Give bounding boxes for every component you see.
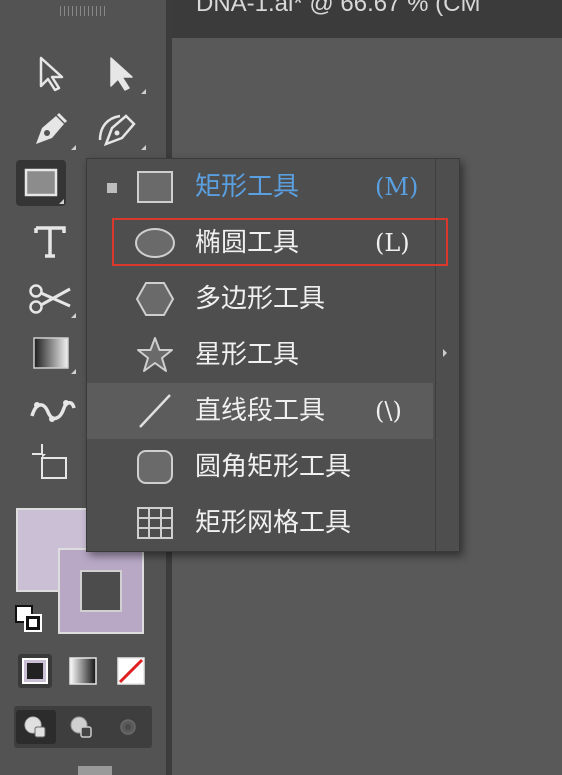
menu-item-shortcut: (\) bbox=[375, 397, 402, 425]
annotation-highlight-box bbox=[112, 218, 448, 266]
type-icon bbox=[34, 226, 66, 258]
rectangle-tool[interactable] bbox=[16, 160, 66, 206]
type-tool[interactable] bbox=[28, 218, 78, 264]
menu-item-line-segment-tool[interactable]: 直线段工具 (\) bbox=[87, 383, 433, 439]
menu-item-rectangular-grid-tool[interactable]: 矩形网格工具 bbox=[87, 495, 433, 551]
menu-item-label: 直线段工具 bbox=[195, 396, 326, 426]
curvature-tool[interactable] bbox=[98, 106, 148, 152]
scissors-tool[interactable] bbox=[28, 274, 78, 320]
pen-tool[interactable] bbox=[28, 106, 78, 152]
gradient-tool[interactable] bbox=[28, 330, 78, 376]
menu-item-label: 矩形工具 bbox=[195, 172, 300, 202]
gradient-mode-button[interactable] bbox=[66, 654, 100, 688]
draw-inside-button[interactable] bbox=[108, 710, 148, 744]
tear-off-arrow-icon[interactable] bbox=[443, 349, 447, 357]
menu-item-shortcut: (M) bbox=[375, 173, 419, 201]
menu-item-label: 矩形网格工具 bbox=[195, 508, 352, 538]
line-segment-icon bbox=[139, 394, 171, 428]
rectangular-grid-icon bbox=[137, 507, 173, 539]
rectangle-icon bbox=[137, 171, 173, 203]
document-tab[interactable]: DNA-1.ai* @ 66.67 % (CM bbox=[172, 0, 562, 38]
draw-behind-button[interactable] bbox=[62, 710, 102, 744]
none-mode-button[interactable] bbox=[114, 654, 148, 688]
draw-behind-icon bbox=[70, 716, 92, 738]
none-fill-icon bbox=[117, 657, 145, 685]
menu-item-rounded-rectangle-tool[interactable]: 圆角矩形工具 bbox=[87, 439, 433, 495]
panel-grip-icon[interactable] bbox=[60, 6, 106, 16]
menu-item-star-tool[interactable]: 星形工具 bbox=[87, 327, 433, 383]
draw-normal-button[interactable] bbox=[16, 710, 56, 744]
drawing-modes bbox=[14, 706, 152, 748]
menu-item-rectangle-tool[interactable]: 矩形工具 (M) bbox=[87, 159, 433, 215]
artboard-icon bbox=[32, 444, 67, 479]
stroke-color-swatch[interactable] bbox=[58, 548, 144, 634]
arrow-outline-icon bbox=[39, 56, 64, 92]
color-mode-button[interactable] bbox=[18, 654, 52, 688]
star-icon bbox=[137, 337, 173, 372]
default-fill-stroke-icon[interactable] bbox=[14, 604, 44, 634]
current-tool-indicator bbox=[107, 183, 117, 193]
puppet-warp-icon bbox=[30, 400, 76, 422]
puppet-warp-tool[interactable] bbox=[28, 386, 78, 432]
rounded-rectangle-icon bbox=[137, 450, 173, 484]
draw-normal-icon bbox=[24, 716, 46, 738]
polygon-icon bbox=[135, 282, 175, 316]
menu-item-polygon-tool[interactable]: 多边形工具 bbox=[87, 271, 433, 327]
color-fill-icon bbox=[22, 658, 48, 684]
document-tab-title: DNA-1.ai* @ 66.67 % (CM bbox=[196, 0, 481, 17]
screen-mode-button[interactable] bbox=[78, 766, 112, 775]
menu-item-label: 圆角矩形工具 bbox=[195, 452, 352, 482]
menu-item-label: 星形工具 bbox=[195, 340, 300, 370]
draw-inside-icon bbox=[120, 719, 136, 735]
menu-item-label: 多边形工具 bbox=[195, 284, 326, 314]
artboard-tool[interactable] bbox=[28, 440, 78, 486]
gradient-fill-icon bbox=[69, 657, 97, 685]
direct-selection-tool[interactable] bbox=[98, 50, 148, 96]
selection-tool[interactable] bbox=[28, 50, 78, 96]
